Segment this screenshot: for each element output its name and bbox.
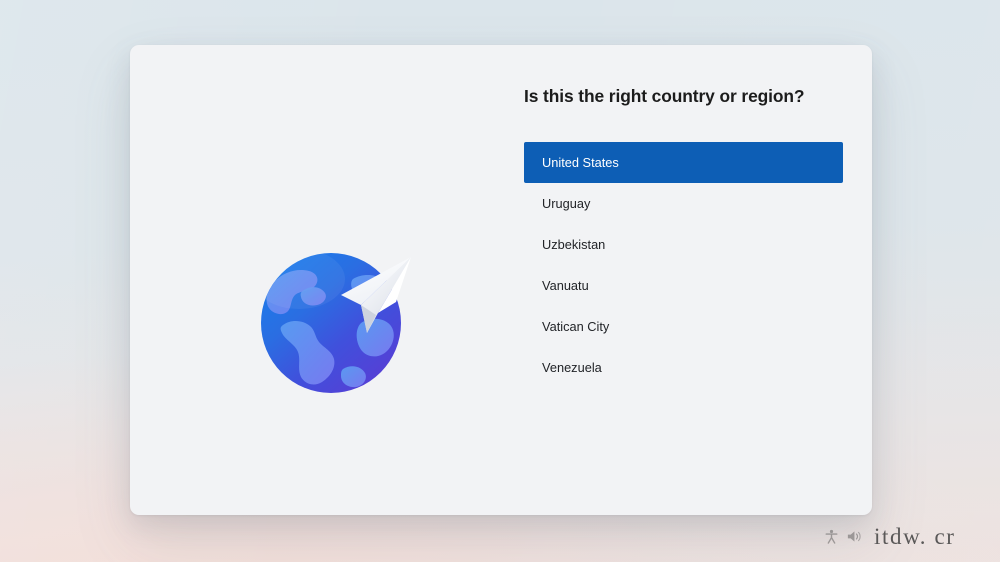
country-label: Vanuatu <box>542 278 589 293</box>
accessibility-icon <box>825 529 838 544</box>
globe-with-paper-airplane-illustration <box>261 253 411 393</box>
oobe-setup-card: Is this the right country or region? Uni… <box>130 45 872 515</box>
country-label: Venezuela <box>542 360 602 375</box>
illustration-pane <box>130 45 550 515</box>
country-list-item-venezuela[interactable]: Venezuela <box>524 347 843 388</box>
country-list-item-uruguay[interactable]: Uruguay <box>524 183 843 224</box>
country-label: Uzbekistan <box>542 237 606 252</box>
watermark-text: itdw. cr <box>874 523 956 549</box>
country-label: United States <box>542 155 619 170</box>
watermark: itdw. cr <box>824 521 956 551</box>
country-list-item-vatican-city[interactable]: Vatican City <box>524 306 843 347</box>
country-list-item-united-states[interactable]: United States <box>524 142 843 183</box>
speaker-icon <box>847 530 861 542</box>
country-list[interactable]: United States Uruguay Uzbekistan Vanuatu… <box>524 142 843 388</box>
country-label: Uruguay <box>542 196 591 211</box>
page-title: Is this the right country or region? <box>524 86 805 106</box>
country-list-item-vanuatu[interactable]: Vanuatu <box>524 265 843 306</box>
card-content: Is this the right country or region? Uni… <box>130 45 872 515</box>
setup-right-pane: Is this the right country or region? Uni… <box>524 45 872 515</box>
country-list-item-uzbekistan[interactable]: Uzbekistan <box>524 224 843 265</box>
country-label: Vatican City <box>542 319 610 334</box>
